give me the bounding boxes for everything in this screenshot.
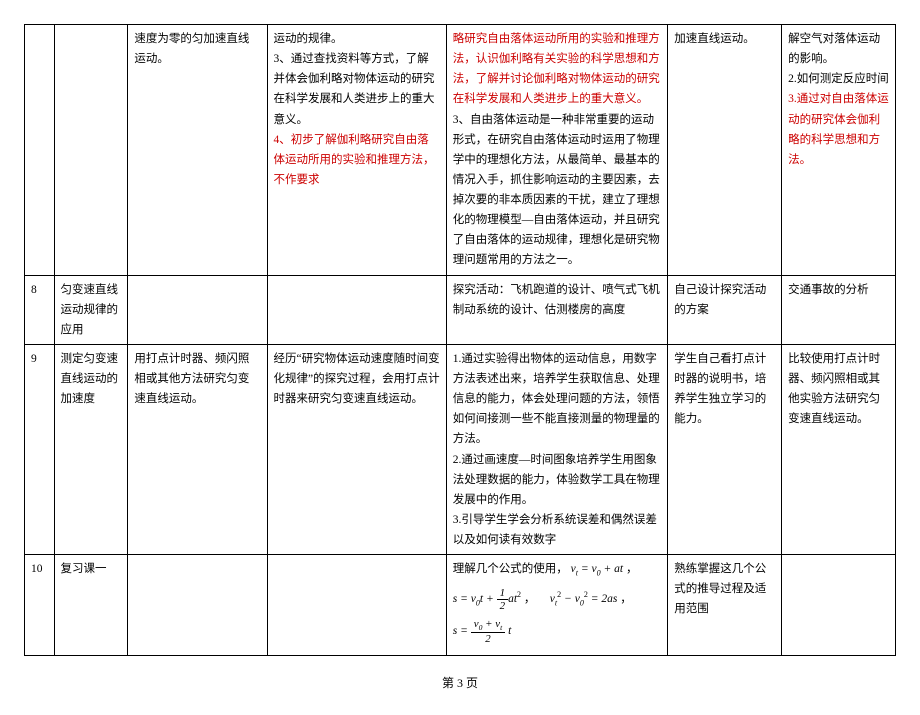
formula-s: s = v0t + 12at2: [453, 593, 524, 605]
cell-index: 8: [25, 275, 55, 344]
formula-intro: 理解几个公式的使用，: [453, 563, 568, 575]
cell-c4: 经历“研究物体运动速度随时间变化规律”的探究过程，会用打点计时器来研究匀变速直线…: [267, 344, 446, 554]
text-plain: 3、自由落体运动是一种非常重要的运动形式，在研究自由落体运动时运用了物理学中的理…: [453, 114, 660, 267]
cell-c6: 加速直线运动。: [668, 25, 782, 276]
cell-index: [25, 25, 55, 276]
cell-c5: 探究活动：飞机跑道的设计、喷气式飞机制动系统的设计、估测楼房的高度: [446, 275, 667, 344]
table-row: 8 匀变速直线运动规律的应用 探究活动：飞机跑道的设计、喷气式飞机制动系统的设计…: [25, 275, 896, 344]
text-highlight: 3.通过对自由落体运动的研究体会伽利略的科学思想和方法。: [788, 93, 889, 165]
formula-savg: s = v0 + vt2 t: [453, 625, 512, 637]
cell-topic: 复习课一: [54, 555, 128, 656]
cell-c4: [267, 555, 446, 656]
cell-c3: 用打点计时器、频闪照相或其他方法研究匀变速直线运动。: [128, 344, 267, 554]
text-plain: 运动的规律。 3、通过查找资料等方式，了解并体会伽利略对物体运动的研究在科学发展…: [274, 33, 435, 126]
cell-topic: 测定匀变速直线运动的加速度: [54, 344, 128, 554]
cell-c7: 解空气对落体运动的影响。 2.如何测定反应时间 3.通过对自由落体运动的研究体会…: [782, 25, 896, 276]
cell-c5: 理解几个公式的使用， vt = v0 + at ， s = v0t + 12at…: [446, 555, 667, 656]
cell-c3: [128, 275, 267, 344]
cell-c3: [128, 555, 267, 656]
cell-c7: 交通事故的分析: [782, 275, 896, 344]
cell-c5: 略研究自由落体运动所用的实验和推理方法，认识伽利略有关实验的科学思想和方法，了解…: [446, 25, 667, 276]
cell-c7: 比较使用打点计时器、频闪照相或其他实验方法研究匀变速直线运动。: [782, 344, 896, 554]
curriculum-table: 速度为零的匀加速直线运动。 运动的规律。 3、通过查找资料等方式，了解并体会伽利…: [24, 24, 896, 656]
text-plain: 解空气对落体运动的影响。 2.如何测定反应时间: [788, 33, 889, 85]
cell-topic: 匀变速直线运动规律的应用: [54, 275, 128, 344]
cell-index: 9: [25, 344, 55, 554]
cell-c6: 自己设计探究活动的方案: [668, 275, 782, 344]
cell-c6: 学生自己看打点计时器的说明书，培养学生独立学习的能力。: [668, 344, 782, 554]
table-row: 速度为零的匀加速直线运动。 运动的规律。 3、通过查找资料等方式，了解并体会伽利…: [25, 25, 896, 276]
cell-c4: 运动的规律。 3、通过查找资料等方式，了解并体会伽利略对物体运动的研究在科学发展…: [267, 25, 446, 276]
cell-c5: 1.通过实验得出物体的运动信息，用数字方法表述出来，培养学生获取信息、处理信息的…: [446, 344, 667, 554]
text-highlight: 4、初步了解伽利略研究自由落体运动所用的实验和推理方法，不作要求: [274, 134, 435, 186]
page-footer: 第 3 页: [24, 674, 896, 691]
text-highlight: 略研究自由落体运动所用的实验和推理方法，认识伽利略有关实验的科学思想和方法，了解…: [453, 33, 660, 105]
formula-v2: vt2 − v02 = 2as: [550, 593, 620, 605]
cell-topic: [54, 25, 128, 276]
cell-c6: 熟练掌握这几个公式的推导过程及适用范围: [668, 555, 782, 656]
table-row: 10 复习课一 理解几个公式的使用， vt = v0 + at ， s = v0…: [25, 555, 896, 656]
cell-c7: [782, 555, 896, 656]
formula-vt: vt = v0 + at: [571, 563, 623, 575]
table-row: 9 测定匀变速直线运动的加速度 用打点计时器、频闪照相或其他方法研究匀变速直线运…: [25, 344, 896, 554]
cell-index: 10: [25, 555, 55, 656]
cell-c3: 速度为零的匀加速直线运动。: [128, 25, 267, 276]
cell-c4: [267, 275, 446, 344]
